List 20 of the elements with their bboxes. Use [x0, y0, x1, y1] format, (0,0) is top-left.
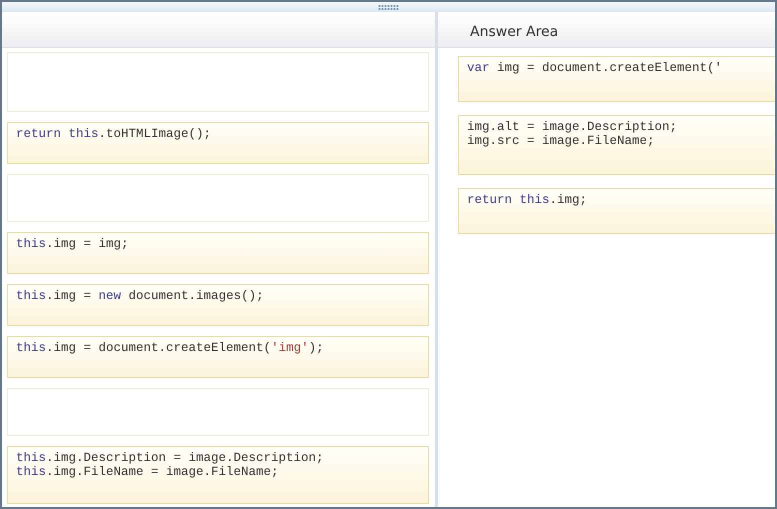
code-block[interactable]: this.img = img;: [7, 232, 429, 274]
code-block[interactable]: this.img.Description = image.Description; this.img.FileName = image.FileName;: [7, 446, 429, 504]
code-line: this.img = document.createElement('img');: [16, 341, 324, 355]
code-line: var img = document.createElement(': [467, 61, 722, 75]
code-line: return this.toHTMLImage();: [16, 127, 212, 141]
code-line: img.src = image.FileName;: [467, 134, 655, 148]
code-block[interactable]: return this.img;: [458, 188, 775, 234]
code-line: this.img.Description = image.Description;: [16, 451, 324, 465]
answer-area-title: Answer Area: [470, 23, 558, 42]
code-line: this.img.FileName = image.FileName;: [16, 465, 279, 479]
code-line: this.img = img;: [16, 237, 129, 251]
code-block[interactable]: var img = document.createElement(': [458, 56, 775, 102]
code-block[interactable]: img.alt = image.Description; img.src = image.FileName;: [458, 115, 775, 175]
drag-handle-icon[interactable]: [378, 4, 400, 10]
code-block[interactable]: return this.toHTMLImage();: [7, 122, 429, 164]
code-line: return this.img;: [467, 193, 588, 207]
code-line: this.img = new document.images();: [16, 289, 264, 303]
code-line: img.alt = image.Description;: [467, 120, 678, 134]
code-block[interactable]: this.img = new document.images();: [7, 284, 429, 326]
code-block[interactable]: this.img = document.createElement('img');: [7, 336, 429, 378]
